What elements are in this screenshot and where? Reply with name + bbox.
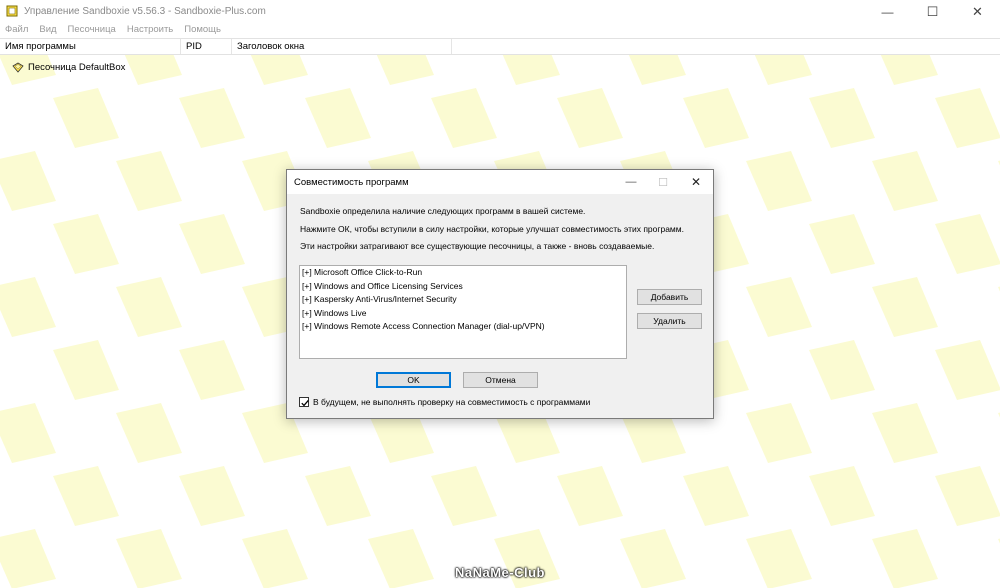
dialog-message-line-2: Нажмите ОК, чтобы вступили в силу настро… — [300, 224, 684, 234]
add-button[interactable]: Добавить — [637, 289, 702, 305]
menu-help[interactable]: Помощь — [179, 23, 227, 38]
skip-check-row[interactable]: В будущем, не выполнять проверку на совм… — [299, 397, 590, 407]
ok-button[interactable]: OK — [376, 372, 451, 388]
dialog-minimize-button[interactable]: — — [615, 170, 647, 194]
skip-check-label: В будущем, не выполнять проверку на совм… — [313, 397, 591, 407]
program-listbox[interactable]: [+] Microsoft Office Click-to-Run [+] Wi… — [299, 265, 627, 359]
column-window-title[interactable]: Заголовок окна — [232, 39, 452, 54]
cancel-button[interactable]: Отмена — [463, 372, 538, 388]
sandbox-icon — [12, 62, 24, 73]
minimize-button[interactable]: — — [865, 0, 910, 23]
column-header: Имя программы PID Заголовок окна — [0, 38, 1000, 55]
menu-bar: Файл Вид Песочница Настроить Помощь — [0, 23, 1000, 38]
menu-file[interactable]: Файл — [0, 23, 34, 38]
sandbox-label: Песочница DefaultBox — [28, 62, 126, 73]
compatibility-dialog: Совместимость программ — ☐ ✕ Sandboxie о… — [286, 169, 714, 419]
program-item[interactable]: [+] Windows Live — [300, 307, 626, 321]
menu-configure[interactable]: Настроить — [122, 23, 179, 38]
dialog-message-line-3: Эти настройки затрагивают все существующ… — [300, 241, 655, 251]
column-program-name[interactable]: Имя программы — [0, 39, 181, 54]
sandbox-tree-item[interactable]: Песочница DefaultBox — [12, 62, 125, 73]
menu-sandbox[interactable]: Песочница — [63, 23, 122, 38]
close-button[interactable]: ✕ — [955, 0, 1000, 23]
watermark-text: NaNaMe-Club — [454, 565, 545, 580]
remove-button[interactable]: Удалить — [637, 313, 702, 329]
dialog-title: Совместимость программ — [294, 177, 409, 188]
dialog-message-line-1: Sandboxie определила наличие следующих п… — [300, 206, 586, 216]
program-item[interactable]: [+] Kaspersky Anti-Virus/Internet Securi… — [300, 293, 626, 307]
window-titlebar: Управление Sandboxie v5.56.3 - Sandboxie… — [0, 0, 1000, 23]
program-item[interactable]: [+] Windows Remote Access Connection Man… — [300, 320, 626, 334]
window-title: Управление Sandboxie v5.56.3 - Sandboxie… — [24, 6, 266, 17]
skip-check-checkbox[interactable] — [299, 397, 309, 407]
program-item[interactable]: [+] Microsoft Office Click-to-Run — [300, 266, 626, 280]
maximize-button[interactable]: ☐ — [910, 0, 955, 23]
program-item[interactable]: [+] Windows and Office Licensing Service… — [300, 280, 626, 294]
checkmark-icon — [301, 399, 309, 407]
sandboxie-app-icon — [6, 5, 18, 17]
dialog-maximize-button: ☐ — [658, 176, 668, 189]
dialog-close-button[interactable]: ✕ — [680, 170, 712, 194]
column-pid[interactable]: PID — [181, 39, 232, 54]
menu-view[interactable]: Вид — [34, 23, 62, 38]
dialog-titlebar: Совместимость программ — ☐ ✕ — [287, 170, 713, 194]
